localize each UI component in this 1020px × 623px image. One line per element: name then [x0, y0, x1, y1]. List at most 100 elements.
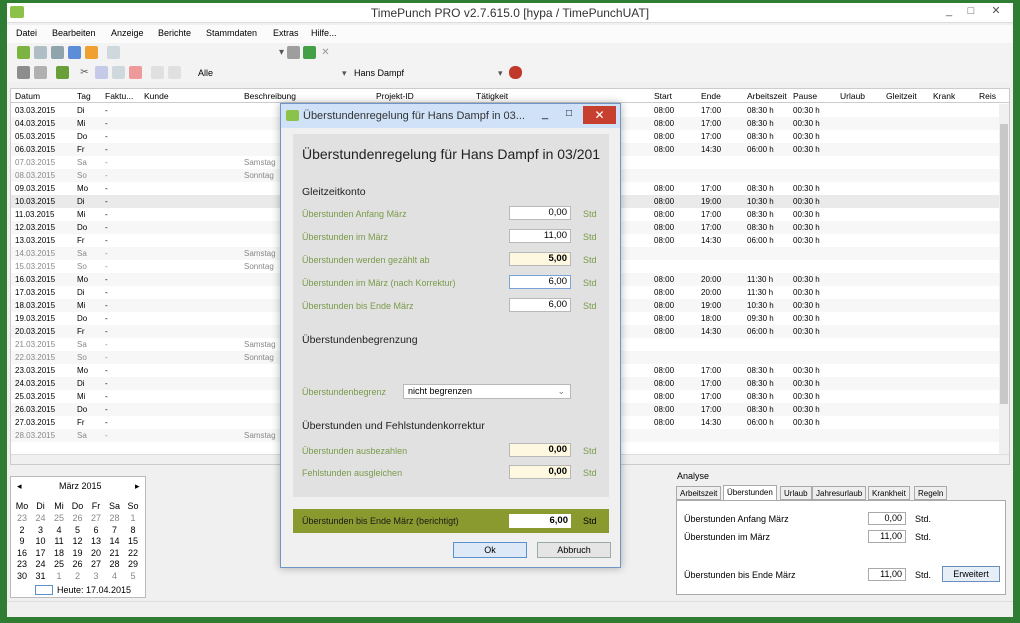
split-icon[interactable]: [151, 66, 164, 79]
col-taetigkeit[interactable]: Tätigkeit: [476, 91, 508, 101]
calendar-day[interactable]: 12: [69, 536, 87, 546]
col-start[interactable]: Start: [654, 91, 672, 101]
calendar-day[interactable]: 11: [50, 536, 68, 546]
col-faktura[interactable]: Faktu...: [105, 91, 133, 101]
calendar-day[interactable]: 24: [32, 513, 50, 523]
col-krank[interactable]: Krank: [933, 91, 955, 101]
calendar-day[interactable]: 28: [106, 559, 124, 569]
calendar-day[interactable]: 17: [32, 548, 50, 558]
calendar-day[interactable]: 14: [106, 536, 124, 546]
calendar-day[interactable]: 26: [69, 559, 87, 569]
calendar-day[interactable]: 22: [124, 548, 142, 558]
col-reise[interactable]: Reis: [979, 91, 996, 101]
menu-anzeige[interactable]: Anzeige: [111, 28, 144, 38]
calendar-day[interactable]: 9: [13, 536, 31, 546]
save-icon[interactable]: [287, 46, 300, 59]
calendar-day[interactable]: 6: [87, 525, 105, 535]
calendar-day[interactable]: 31: [32, 571, 50, 581]
calendar-day[interactable]: 1: [50, 571, 68, 581]
delete-icon[interactable]: [129, 66, 142, 79]
tab-jahresurlaub[interactable]: Jahresurlaub: [812, 486, 867, 500]
menu-extras[interactable]: Extras: [273, 28, 299, 38]
erweitert-button[interactable]: Erweitert: [942, 566, 1000, 582]
calendar-day[interactable]: 23: [13, 513, 31, 523]
dialog-maximize-button[interactable]: □: [566, 108, 572, 119]
col-kunde[interactable]: Kunde: [144, 91, 169, 101]
vertical-scrollbar[interactable]: [999, 104, 1009, 464]
col-pause[interactable]: Pause: [793, 91, 817, 101]
gezaehlt-ab-field[interactable]: 5,00: [509, 252, 571, 266]
col-projekt-id[interactable]: Projekt-ID: [376, 91, 414, 101]
edit-icon[interactable]: [34, 46, 47, 59]
cut-icon[interactable]: ✂: [78, 66, 91, 79]
abbruch-button[interactable]: Abbruch: [537, 542, 611, 558]
calendar-day[interactable]: 19: [69, 548, 87, 558]
calendar-day[interactable]: 25: [50, 513, 68, 523]
calendar-day[interactable]: 27: [87, 513, 105, 523]
refresh-icon[interactable]: [85, 46, 98, 59]
today-label[interactable]: Heute: 17.04.2015: [57, 585, 131, 595]
filter-dropdown[interactable]: Alle: [198, 68, 213, 78]
new-icon[interactable]: [17, 46, 30, 59]
menu-berichte[interactable]: Berichte: [158, 28, 191, 38]
calendar-icon[interactable]: [68, 46, 81, 59]
bis-ende-field[interactable]: 6,00: [509, 298, 571, 312]
ausbezahlen-field[interactable]: 0,00: [509, 443, 571, 457]
im-maerz-field[interactable]: 11,00: [509, 229, 571, 243]
begrenzung-select[interactable]: nicht begrenzen ⌄: [403, 384, 571, 399]
import-icon[interactable]: [56, 66, 69, 79]
col-urlaub[interactable]: Urlaub: [840, 91, 865, 101]
anfang-field[interactable]: 0,00: [509, 206, 571, 220]
export-icon[interactable]: [107, 46, 120, 59]
menu-datei[interactable]: Datei: [16, 28, 37, 38]
calendar-day[interactable]: 30: [13, 571, 31, 581]
calendar-day[interactable]: 15: [124, 536, 142, 546]
dialog-close-button[interactable]: ✕: [583, 106, 616, 124]
calendar-day[interactable]: 21: [106, 548, 124, 558]
calendar-day[interactable]: 5: [124, 571, 142, 581]
col-datum[interactable]: Datum: [15, 91, 40, 101]
col-beschreibung[interactable]: Beschreibung: [244, 91, 296, 101]
menu-bearbeiten[interactable]: Bearbeiten: [52, 28, 96, 38]
calendar-day[interactable]: 2: [69, 571, 87, 581]
cancel-icon[interactable]: ✕: [319, 46, 332, 59]
filter-chevron-icon[interactable]: ▾: [342, 68, 347, 79]
scroll-thumb[interactable]: [1000, 124, 1008, 404]
menu-stammdaten[interactable]: Stammdaten: [206, 28, 257, 38]
tab-ueberstunden[interactable]: Überstunden: [723, 485, 777, 501]
month-calendar[interactable]: ◂ März 2015 ▸ Mo Di Mi Do Fr Sa So 23 24 25 26 27 28…: [10, 476, 146, 598]
calendar-day[interactable]: 13: [87, 536, 105, 546]
ok-button[interactable]: Ok: [453, 542, 527, 558]
save-green-icon[interactable]: [303, 46, 316, 59]
calendar-day[interactable]: 10: [32, 536, 50, 546]
print-icon[interactable]: [17, 66, 30, 79]
merge-icon[interactable]: [168, 66, 181, 79]
calendar-day[interactable]: 20: [87, 548, 105, 558]
calendar-day[interactable]: 24: [32, 559, 50, 569]
tab-urlaub[interactable]: Urlaub: [780, 486, 812, 500]
minimize-button[interactable]: _: [939, 3, 959, 21]
calendar-day[interactable]: 1: [124, 513, 142, 523]
user-dropdown[interactable]: Hans Dampf: [354, 68, 404, 78]
calendar-day[interactable]: 26: [69, 513, 87, 523]
calendar-day[interactable]: 2: [13, 525, 31, 535]
calendar-day[interactable]: 4: [50, 525, 68, 535]
calendar-day[interactable]: 28: [106, 513, 124, 523]
menu-hilfe[interactable]: Hilfe...: [311, 28, 337, 38]
tab-arbeitszeit[interactable]: Arbeitszeit: [676, 486, 722, 500]
calendar-day[interactable]: 16: [13, 548, 31, 558]
calendar-day[interactable]: 4: [106, 571, 124, 581]
maximize-button[interactable]: □: [961, 3, 981, 21]
ausgleichen-field[interactable]: 0,00: [509, 465, 571, 479]
list-icon[interactable]: [51, 46, 64, 59]
user-icon[interactable]: [509, 66, 522, 79]
print-preview-icon[interactable]: [34, 66, 47, 79]
dialog-minimize-button[interactable]: _: [542, 108, 548, 120]
calendar-day[interactable]: 25: [50, 559, 68, 569]
col-gleitzeit[interactable]: Gleitzeit: [886, 91, 917, 101]
calendar-day[interactable]: 5: [69, 525, 87, 535]
next-month-button[interactable]: ▸: [135, 481, 140, 492]
tab-regeln[interactable]: Regeln: [914, 486, 948, 500]
calendar-day[interactable]: 27: [87, 559, 105, 569]
col-ende[interactable]: Ende: [701, 91, 721, 101]
